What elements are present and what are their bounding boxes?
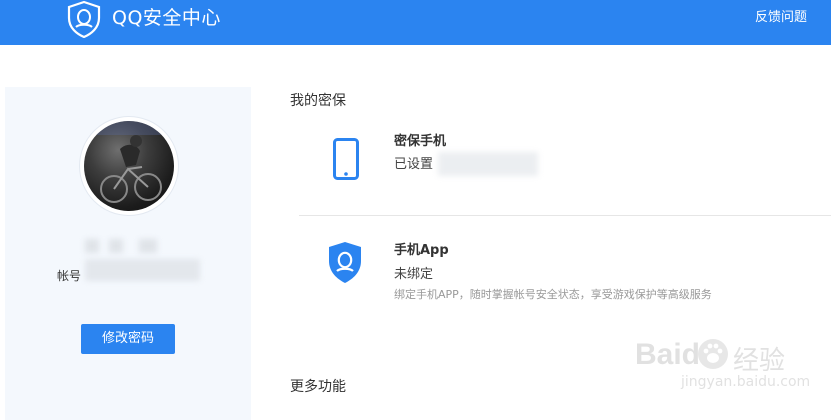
watermark-url: jingyan.baidu.com: [681, 374, 811, 390]
jingyan-text: 经验: [733, 346, 786, 376]
qq-shield-icon: [329, 242, 361, 283]
change-password-button[interactable]: 修改密码: [81, 324, 175, 354]
brand-title: QQ安全中心: [112, 7, 221, 29]
blurred-account-number: [85, 259, 200, 281]
paw-icon: [698, 339, 728, 369]
secure-phone-title: 密保手机: [394, 134, 447, 149]
divider: [299, 215, 831, 216]
top-bar: QQ安全中心 反馈问题: [0, 0, 831, 45]
blurred-nickname: [85, 239, 99, 253]
mobile-app-status: 未绑定: [394, 267, 434, 282]
mobile-app-description: 绑定手机APP，随时掌握帐号安全状态，享受游戏保护等高级服务: [394, 288, 712, 301]
baidu-jingyan-watermark: Baidu 经验 jingyan.baidu.com: [635, 338, 810, 398]
more-features-title: 更多功能: [290, 379, 346, 395]
mobile-app-title: 手机App: [394, 243, 449, 258]
avatar[interactable]: [80, 117, 178, 215]
blurred-nickname: [139, 239, 157, 253]
qq-shield-logo-icon: [67, 0, 101, 38]
avatar-image: [84, 121, 174, 211]
phone-icon: [333, 138, 359, 180]
cyclist-photo-icon: [84, 121, 174, 203]
feedback-link[interactable]: 反馈问题: [755, 9, 807, 27]
account-label: 帐号: [57, 269, 82, 283]
my-security-title: 我的密保: [290, 93, 346, 109]
blurred-nickname: [109, 239, 123, 253]
secure-phone-status: 已设置: [394, 157, 434, 172]
blurred-phone-number: [438, 152, 538, 176]
account-sidebar: 帐号 修改密码: [5, 87, 251, 420]
